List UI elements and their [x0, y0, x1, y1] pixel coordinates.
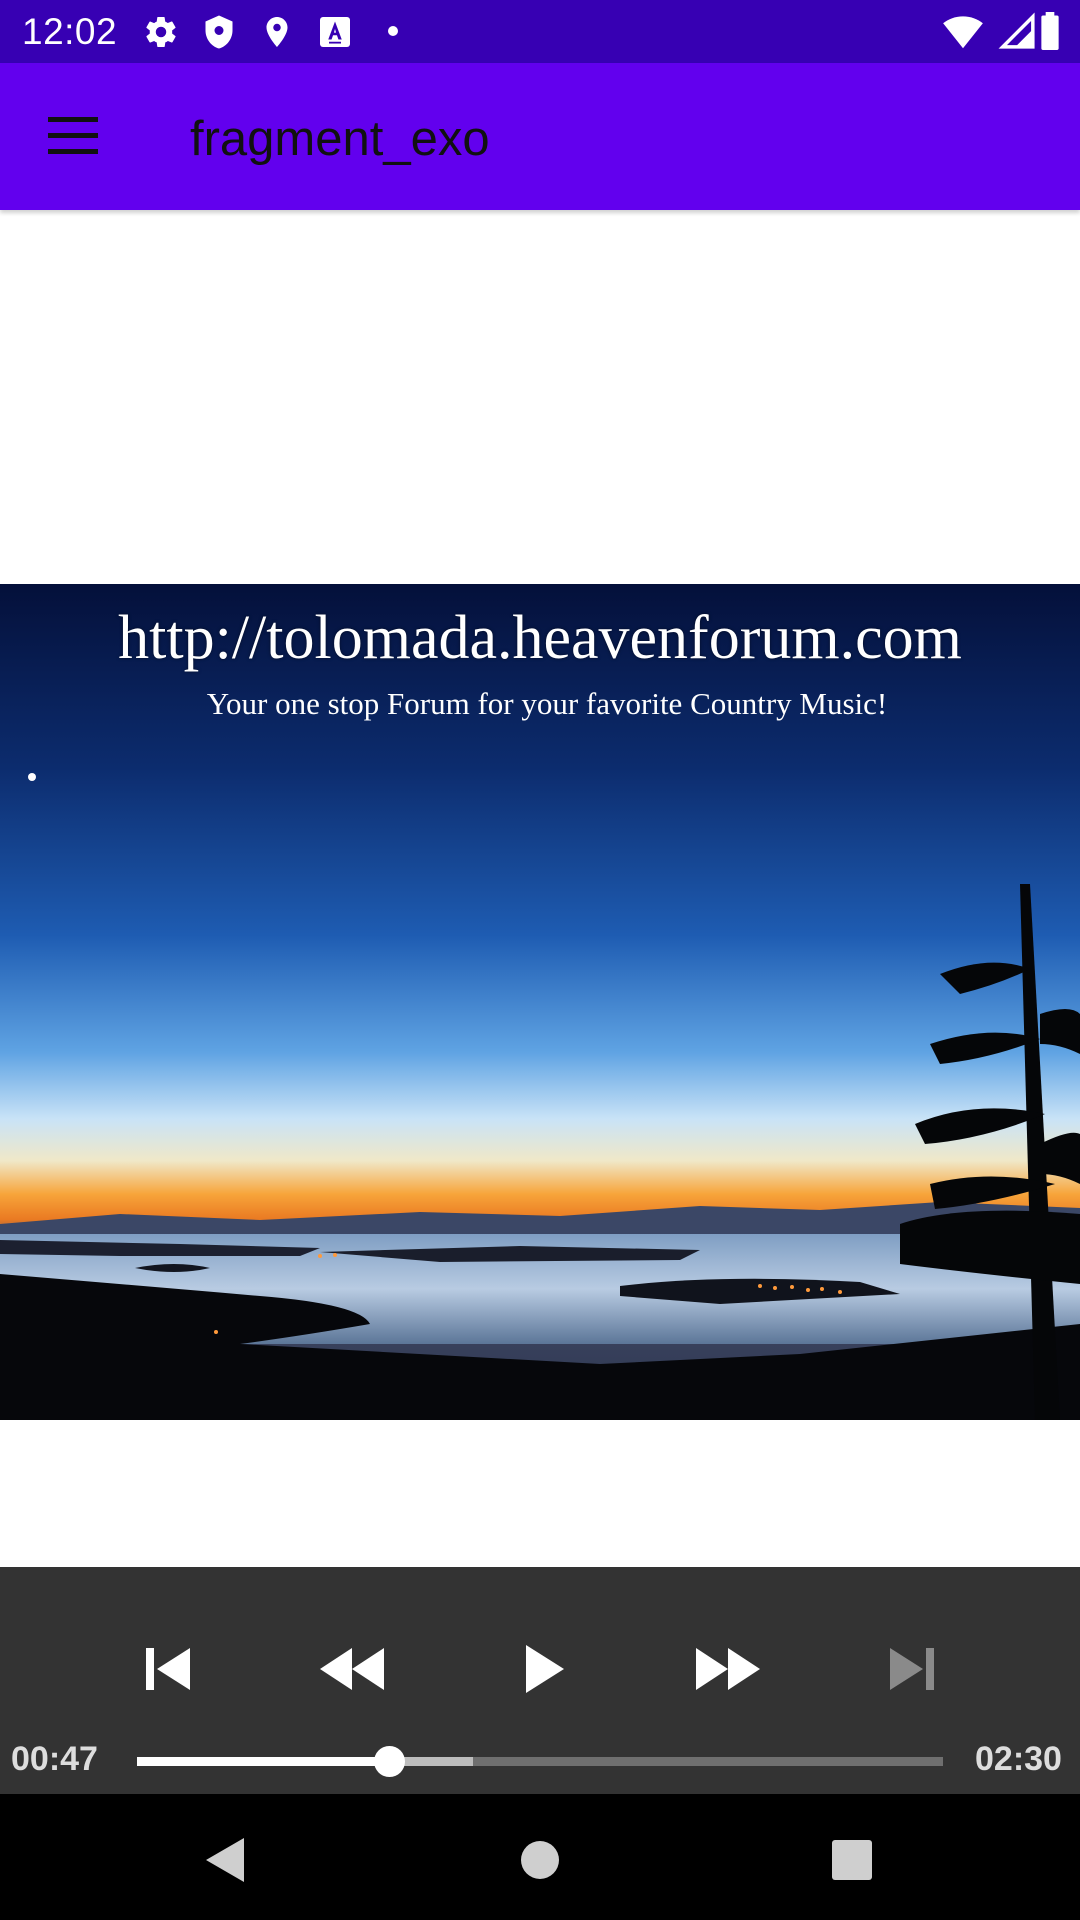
app-bar: fragment_exo — [0, 63, 1080, 210]
skip-previous-icon[interactable] — [126, 1627, 210, 1711]
play-icon[interactable] — [502, 1627, 586, 1711]
rewind-icon[interactable] — [310, 1627, 394, 1711]
player-controls: 00:47 02:30 — [0, 1567, 1080, 1794]
status-time: 12:02 — [22, 11, 118, 52]
status-bar: 12:02 — [0, 0, 1080, 63]
shield-icon — [201, 14, 237, 50]
seek-thumb[interactable] — [374, 1746, 406, 1777]
home-icon[interactable] — [512, 1832, 568, 1888]
settings-icon — [143, 14, 179, 50]
system-nav-bar — [0, 1794, 1080, 1920]
fast-forward-icon[interactable] — [686, 1627, 770, 1711]
skip-next-icon[interactable] — [870, 1627, 954, 1711]
recents-icon[interactable] — [824, 1832, 880, 1888]
signal-icon — [998, 12, 1036, 50]
dot-icon — [384, 24, 402, 42]
back-icon[interactable] — [198, 1832, 254, 1888]
video-surface[interactable]: http://tolomada.heavenforum.com Your one… — [0, 584, 1080, 1420]
video-overlay-url: http://tolomada.heavenforum.com — [118, 604, 962, 672]
battery-icon — [1038, 12, 1062, 50]
page-title: fragment_exo — [190, 112, 490, 166]
duration-time: 02:30 — [975, 1740, 1062, 1778]
wifi-icon — [942, 12, 984, 50]
seek-bar[interactable] — [137, 1746, 943, 1777]
seek-played — [137, 1757, 390, 1766]
video-overlay-tagline: Your one stop Forum for your favorite Co… — [206, 686, 888, 721]
position-time: 00:47 — [11, 1740, 98, 1778]
location-icon — [259, 14, 295, 50]
text-a-icon — [317, 14, 353, 50]
hamburger-menu-icon[interactable] — [36, 106, 108, 166]
